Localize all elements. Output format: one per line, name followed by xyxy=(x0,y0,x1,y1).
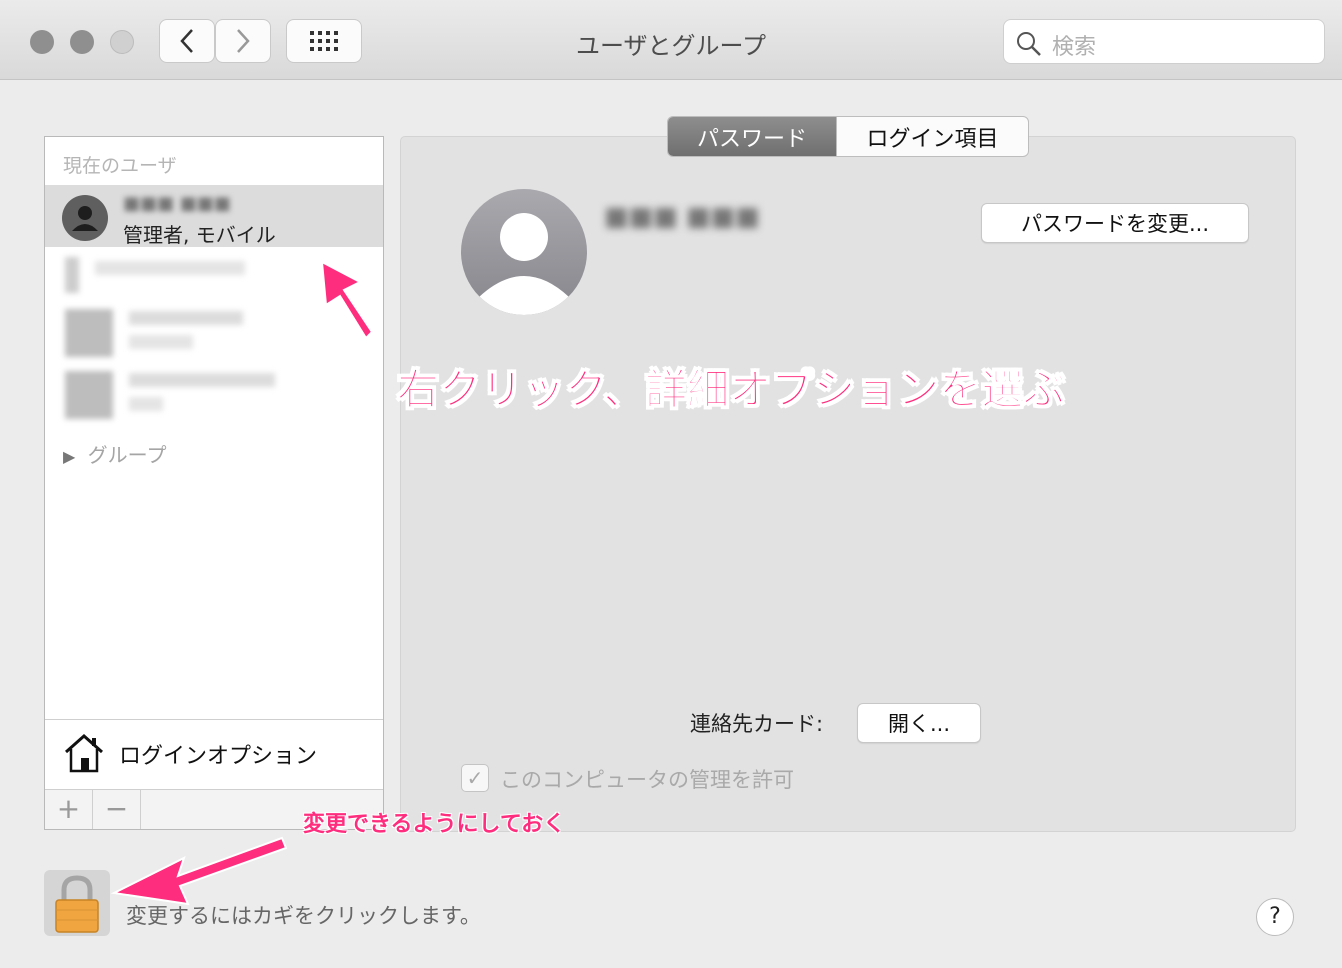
tab-password[interactable]: パスワード xyxy=(668,117,837,156)
blurred-name xyxy=(95,261,245,275)
blurred-avatar xyxy=(65,257,79,293)
current-user-name: ■■■ ■■■ xyxy=(123,193,231,214)
checkmark-icon: ✓ xyxy=(466,766,484,790)
question-icon: ? xyxy=(1269,904,1281,929)
blurred-user-row[interactable] xyxy=(45,367,383,421)
house-icon xyxy=(65,733,103,773)
allow-admin-checkbox[interactable]: ✓ xyxy=(461,764,489,792)
blurred-role xyxy=(129,335,193,349)
blurred-avatar xyxy=(65,371,113,419)
search-icon xyxy=(1017,32,1041,56)
current-user-role: 管理者, モバイル xyxy=(123,223,276,247)
user-list-sidebar: 現在のユーザ ■■■ ■■■ 管理者, モバイル ▶ グループ ログインオプショ… xyxy=(44,136,384,830)
annotation-main: 右クリック、詳細オプションを選ぶ xyxy=(396,365,1066,415)
user-silhouette-icon xyxy=(72,206,98,231)
selected-user-name: ■■■ ■■■ xyxy=(604,202,760,232)
tab-login-items[interactable]: ログイン項目 xyxy=(836,117,1028,156)
blurred-role xyxy=(129,397,163,411)
blurred-name xyxy=(129,311,243,325)
annotation-lock-note: 変更できるようにしておく xyxy=(303,812,566,837)
user-avatar xyxy=(62,195,108,241)
login-options-label: ログインオプション xyxy=(119,744,318,769)
blurred-user-row[interactable] xyxy=(45,249,383,303)
user-picture[interactable] xyxy=(461,189,587,315)
tab-segmented-control: パスワード ログイン項目 xyxy=(667,116,1029,157)
groups-disclosure[interactable]: ▶ グループ xyxy=(63,439,166,468)
window-titlebar: ユーザとグループ 検索 xyxy=(0,0,1342,80)
add-user-button[interactable]: + xyxy=(45,790,93,829)
blurred-name xyxy=(129,373,275,387)
lock-icon xyxy=(55,875,99,933)
search-placeholder: 検索 xyxy=(1052,35,1097,60)
blurred-user-row[interactable] xyxy=(45,303,383,357)
lock-message: 変更するにはカギをクリックします。 xyxy=(126,904,481,928)
contact-card-label: 連絡先カード: xyxy=(690,712,824,736)
blurred-avatar xyxy=(65,309,113,357)
current-user-row[interactable]: ■■■ ■■■ 管理者, モバイル xyxy=(45,185,383,247)
annotation-arrow-left-icon xyxy=(110,836,288,906)
current-users-header: 現在のユーザ xyxy=(63,155,177,177)
disclosure-triangle-icon: ▶ xyxy=(63,447,76,466)
groups-label: グループ xyxy=(87,443,167,467)
help-button[interactable]: ? xyxy=(1256,898,1294,936)
change-password-button[interactable]: パスワードを変更... xyxy=(981,203,1249,243)
open-contact-button[interactable]: 開く... xyxy=(857,703,981,743)
user-silhouette-icon xyxy=(479,213,569,315)
allow-admin-label: このコンピュータの管理を許可 xyxy=(500,768,794,792)
lock-button[interactable] xyxy=(44,870,110,936)
login-options-row[interactable]: ログインオプション xyxy=(45,719,383,789)
remove-user-button[interactable]: − xyxy=(93,790,141,829)
search-input[interactable]: 検索 xyxy=(1003,19,1325,64)
